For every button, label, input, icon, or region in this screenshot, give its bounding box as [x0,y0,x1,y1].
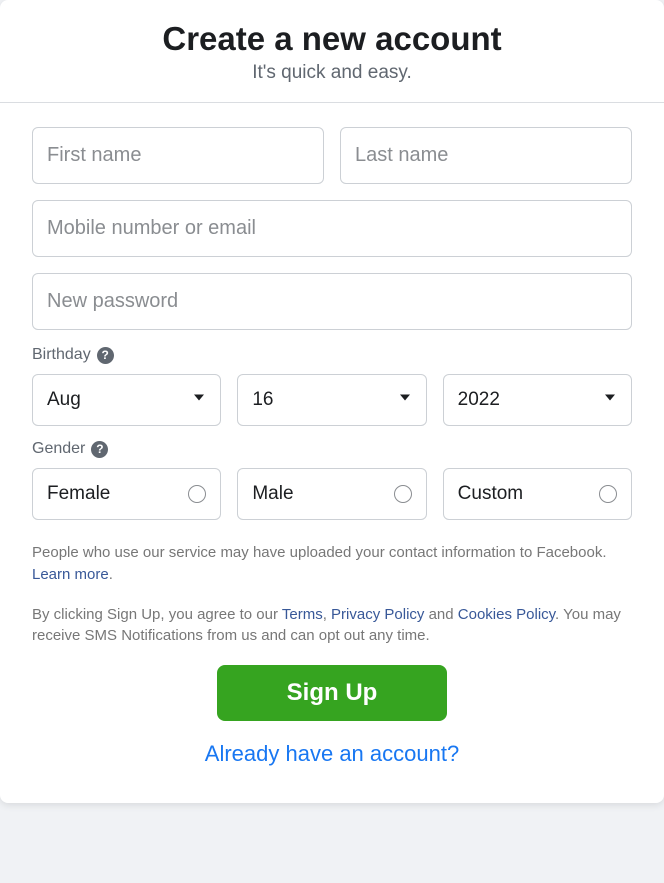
question-icon[interactable]: ? [91,441,108,458]
legal-text-1: People who use our service may have uplo… [32,542,632,586]
month-select-wrap: Aug [32,374,221,426]
day-select-wrap: 16 [237,374,426,426]
gender-option-female[interactable]: Female [32,468,221,520]
birthday-label-row: Birthday ? [32,346,632,364]
gender-label-row: Gender ? [32,440,632,458]
question-icon[interactable]: ? [97,347,114,364]
legal-text-2: By clicking Sign Up, you agree to our Te… [32,604,632,648]
radio-icon[interactable] [599,485,617,503]
card-header: Create a new account It's quick and easy… [0,0,664,103]
page-subtitle: It's quick and easy. [20,62,644,84]
legal-sep: , [323,606,331,623]
radio-icon[interactable] [188,485,206,503]
cookies-link[interactable]: Cookies Policy [458,606,555,623]
legal-prefix: By clicking Sign Up, you agree to our [32,606,282,623]
last-name-input[interactable] [340,127,632,184]
legal-sep: and [424,606,457,623]
password-row [32,273,632,330]
gender-option-label: Custom [458,483,523,505]
month-select[interactable]: Aug [32,374,221,426]
password-input[interactable] [32,273,632,330]
gender-label: Gender [32,440,85,458]
gender-row: Female Male Custom [32,468,632,520]
gender-option-label: Male [252,483,293,505]
radio-icon[interactable] [394,485,412,503]
gender-option-custom[interactable]: Custom [443,468,632,520]
privacy-link[interactable]: Privacy Policy [331,606,424,623]
learn-more-link[interactable]: Learn more [32,566,109,583]
page-title: Create a new account [20,20,644,58]
year-select-wrap: 2022 [443,374,632,426]
terms-link[interactable]: Terms [282,606,323,623]
day-select[interactable]: 16 [237,374,426,426]
name-row [32,127,632,184]
gender-option-male[interactable]: Male [237,468,426,520]
form-body: Birthday ? Aug 16 2022 [0,103,664,803]
contact-row [32,200,632,257]
legal-text-content: People who use our service may have uplo… [32,544,607,561]
first-name-input[interactable] [32,127,324,184]
period: . [109,566,113,583]
birthday-row: Aug 16 2022 [32,374,632,426]
year-select[interactable]: 2022 [443,374,632,426]
birthday-label: Birthday [32,346,91,364]
gender-option-label: Female [47,483,110,505]
signup-button[interactable]: Sign Up [217,665,448,721]
already-have-account-link[interactable]: Already have an account? [32,741,632,767]
signup-card: Create a new account It's quick and easy… [0,0,664,803]
contact-input[interactable] [32,200,632,257]
